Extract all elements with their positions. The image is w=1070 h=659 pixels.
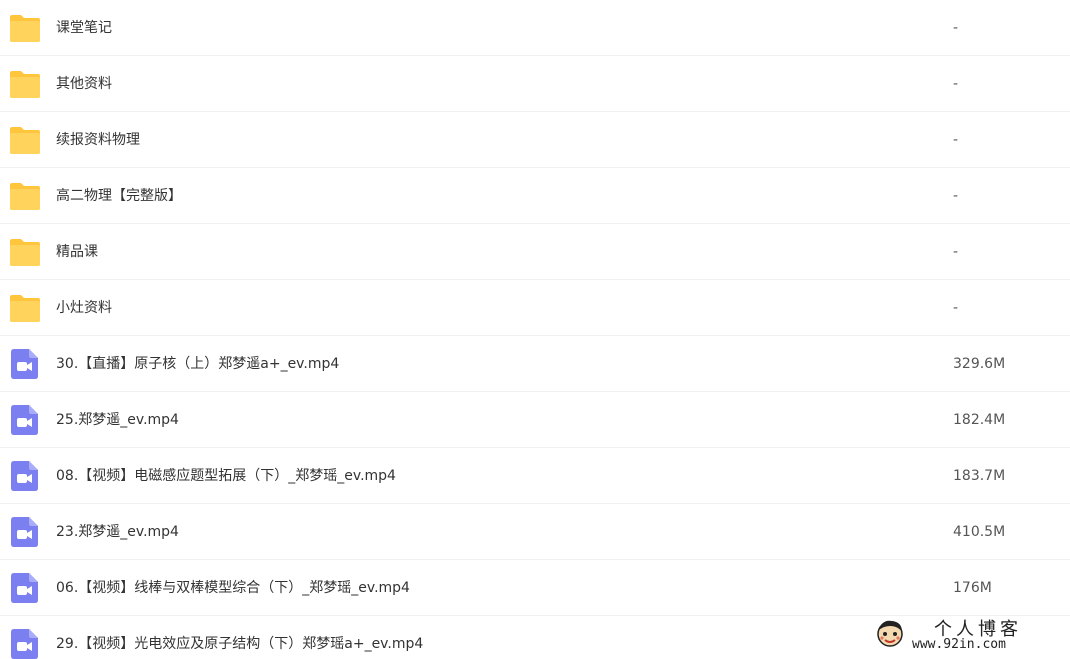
file-row[interactable]: 08.【视频】电磁感应题型拓展（下）_郑梦瑶_ev.mp4 183.7M [0,448,1070,504]
cartoon-face-icon [877,620,903,647]
file-row[interactable]: 精品课 - [0,224,1070,280]
file-size: - [953,20,959,36]
file-size: - [953,300,959,316]
file-name[interactable]: 精品课 [56,224,98,280]
file-row[interactable]: 其他资料 - [0,56,1070,112]
file-size: - [953,132,959,148]
file-name[interactable]: 课堂笔记 [56,0,112,56]
file-list: 课堂笔记 - 其他资料 - 续报资料物理 - 高二物理【完整版】 - 精品课 - [0,0,1070,659]
file-row[interactable]: 06.【视频】线棒与双棒模型综合（下）_郑梦瑶_ev.mp4 176M [0,560,1070,616]
folder-icon [10,183,40,210]
file-row[interactable]: 课堂笔记 - [0,0,1070,56]
file-row[interactable]: 23.郑梦遥_ev.mp4 410.5M [0,504,1070,560]
folder-icon [10,239,40,266]
file-size: - [953,76,959,92]
file-row[interactable]: 25.郑梦遥_ev.mp4 182.4M [0,392,1070,448]
video-file-icon [11,629,38,659]
file-size: 410.5M [953,524,1006,540]
file-row[interactable]: 续报资料物理 - [0,112,1070,168]
file-name[interactable]: 其他资料 [56,56,112,112]
blog-watermark: 个人博客 www.92in.com [874,615,1064,655]
file-name[interactable]: 06.【视频】线棒与双棒模型综合（下）_郑梦瑶_ev.mp4 [56,560,410,616]
folder-icon [10,295,40,322]
file-name[interactable]: 29.【视频】光电效应及原子结构（下）郑梦瑶a+_ev.mp4 [56,616,423,659]
video-file-icon [11,405,38,435]
file-row[interactable]: 高二物理【完整版】 - [0,168,1070,224]
file-size: - [953,188,959,204]
file-name[interactable]: 08.【视频】电磁感应题型拓展（下）_郑梦瑶_ev.mp4 [56,448,396,504]
file-size: 329.6M [953,356,1006,372]
folder-icon [10,71,40,98]
file-size: - [953,244,959,260]
video-file-icon [11,573,38,603]
folder-icon [10,15,40,42]
file-name[interactable]: 30.【直播】原子核（上）郑梦遥a+_ev.mp4 [56,336,339,392]
file-row[interactable]: 30.【直播】原子核（上）郑梦遥a+_ev.mp4 329.6M [0,336,1070,392]
file-size: 176M [953,580,992,596]
file-size: 183.7M [953,468,1006,484]
video-file-icon [11,349,38,379]
file-name[interactable]: 续报资料物理 [56,112,140,168]
video-file-icon [11,461,38,491]
file-name[interactable]: 小灶资料 [56,280,112,336]
file-name[interactable]: 25.郑梦遥_ev.mp4 [56,392,179,448]
file-row[interactable]: 小灶资料 - [0,280,1070,336]
file-name[interactable]: 23.郑梦遥_ev.mp4 [56,504,179,560]
file-name[interactable]: 高二物理【完整版】 [56,168,182,224]
watermark-url: www.92in.com [912,637,1006,652]
file-size: 182.4M [953,412,1006,428]
video-file-icon [11,517,38,547]
folder-icon [10,127,40,154]
